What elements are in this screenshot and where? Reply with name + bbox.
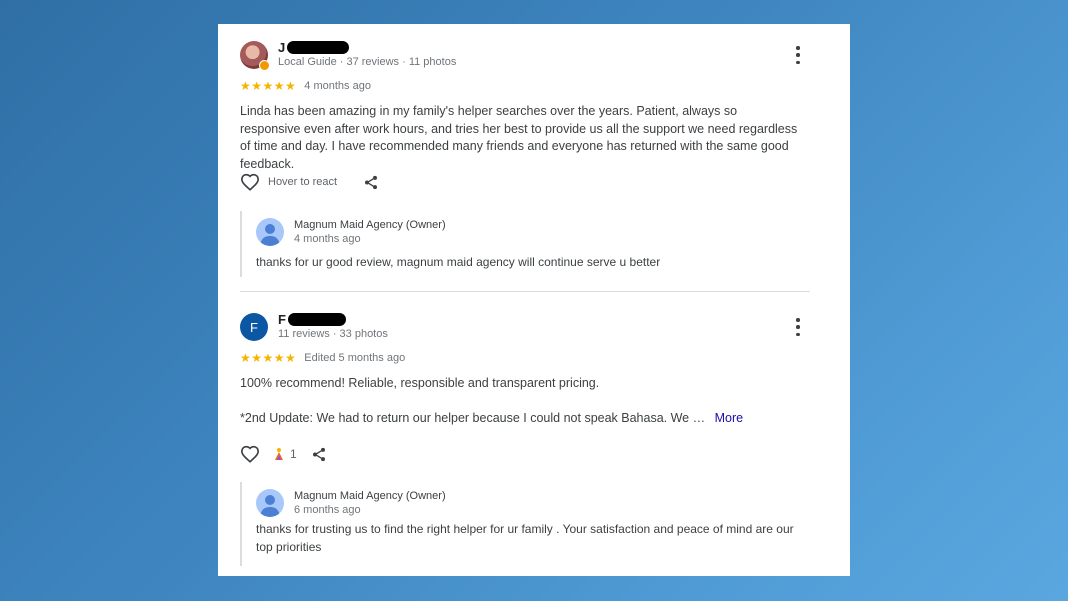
reviewer-meta: Local Guide · 37 reviews · 11 photos bbox=[278, 56, 457, 68]
reviewer-avatar[interactable] bbox=[240, 41, 270, 71]
more-link[interactable]: More bbox=[715, 411, 743, 425]
local-guide-badge-icon bbox=[259, 60, 270, 71]
review-divider bbox=[240, 291, 810, 292]
review-text: 100% recommend! Reliable, responsible an… bbox=[240, 376, 600, 390]
more-vert-icon bbox=[796, 46, 800, 50]
share-button[interactable] bbox=[363, 174, 379, 191]
more-vert-icon bbox=[796, 318, 800, 322]
owner-avatar bbox=[256, 489, 284, 517]
reaction-count: 1 bbox=[290, 447, 297, 461]
review-text-update: *2nd Update: We had to return our helper… bbox=[240, 410, 800, 428]
owner-reply-text: thanks for trusting us to find the right… bbox=[256, 522, 794, 554]
reaction-chip[interactable]: 1 bbox=[272, 447, 297, 461]
reviewer-meta: 11 reviews · 33 photos bbox=[278, 328, 388, 340]
person-avatar-icon bbox=[260, 495, 280, 517]
react-label: Hover to react bbox=[268, 176, 338, 188]
more-options-button[interactable] bbox=[792, 46, 804, 64]
redacted-name-block bbox=[287, 41, 350, 54]
owner-avatar bbox=[256, 218, 284, 246]
share-icon bbox=[312, 447, 325, 461]
star-rating: ★★★★★ bbox=[240, 351, 297, 365]
review-text: Linda has been amazing in my family's he… bbox=[240, 104, 798, 171]
reviewer-name-initial: F bbox=[278, 312, 286, 327]
person-avatar-icon bbox=[260, 224, 280, 246]
reviewer-avatar[interactable]: F bbox=[240, 313, 268, 341]
review-actions: Hover to react bbox=[240, 173, 379, 191]
like-button[interactable] bbox=[240, 445, 260, 463]
rating-row: ★★★★★ 4 months ago bbox=[240, 79, 371, 93]
review-actions: 1 bbox=[240, 445, 327, 463]
more-options-button[interactable] bbox=[792, 318, 804, 336]
share-icon bbox=[365, 175, 378, 189]
rating-row: ★★★★★ Edited 5 months ago bbox=[240, 351, 405, 365]
owner-reply-text: thanks for ur good review, magnum maid a… bbox=[256, 255, 661, 269]
owner-reply-time: 6 months ago bbox=[294, 504, 361, 516]
heart-outline-icon bbox=[240, 445, 260, 463]
reviewer-name-initial: J bbox=[278, 40, 286, 55]
share-button[interactable] bbox=[311, 446, 327, 463]
redacted-name-block bbox=[287, 313, 346, 326]
reviews-card: J Local Guide · 37 reviews · 11 photos ★… bbox=[218, 24, 850, 576]
owner-name: Magnum Maid Agency (Owner) bbox=[294, 490, 446, 502]
reviewer-name[interactable]: J bbox=[278, 40, 350, 55]
owner-reply-time: 4 months ago bbox=[294, 233, 361, 245]
review-time: 4 months ago bbox=[304, 80, 371, 92]
celebrate-reaction-icon bbox=[275, 448, 283, 460]
owner-reply: Magnum Maid Agency (Owner) 6 months ago … bbox=[240, 482, 812, 566]
review-time: Edited 5 months ago bbox=[304, 352, 406, 364]
reviewer-name[interactable]: F bbox=[278, 312, 346, 327]
like-button[interactable] bbox=[240, 173, 260, 191]
star-rating: ★★★★★ bbox=[240, 79, 297, 93]
owner-reply: Magnum Maid Agency (Owner) 4 months ago … bbox=[240, 211, 812, 277]
review-text-truncated: *2nd Update: We had to return our helper… bbox=[240, 411, 706, 425]
owner-name: Magnum Maid Agency (Owner) bbox=[294, 219, 446, 231]
heart-outline-icon bbox=[240, 173, 260, 191]
